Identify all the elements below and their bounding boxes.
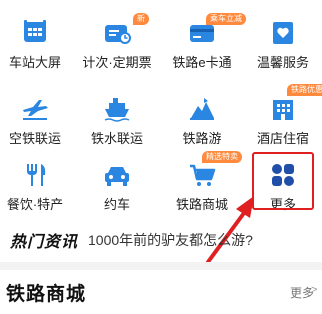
hot-news-headline[interactable]: 1000年前的驴友都怎么游? bbox=[88, 230, 253, 250]
chevron-right-icon[interactable]: > bbox=[311, 284, 317, 296]
mall-section-title: 铁路商城 bbox=[6, 284, 87, 305]
hot-news-tag: 热门资讯 bbox=[10, 234, 79, 251]
hot-news-bar[interactable]: 热门资讯 1000年前的驴友都怎么游? bbox=[10, 229, 253, 251]
section-divider bbox=[0, 262, 322, 270]
